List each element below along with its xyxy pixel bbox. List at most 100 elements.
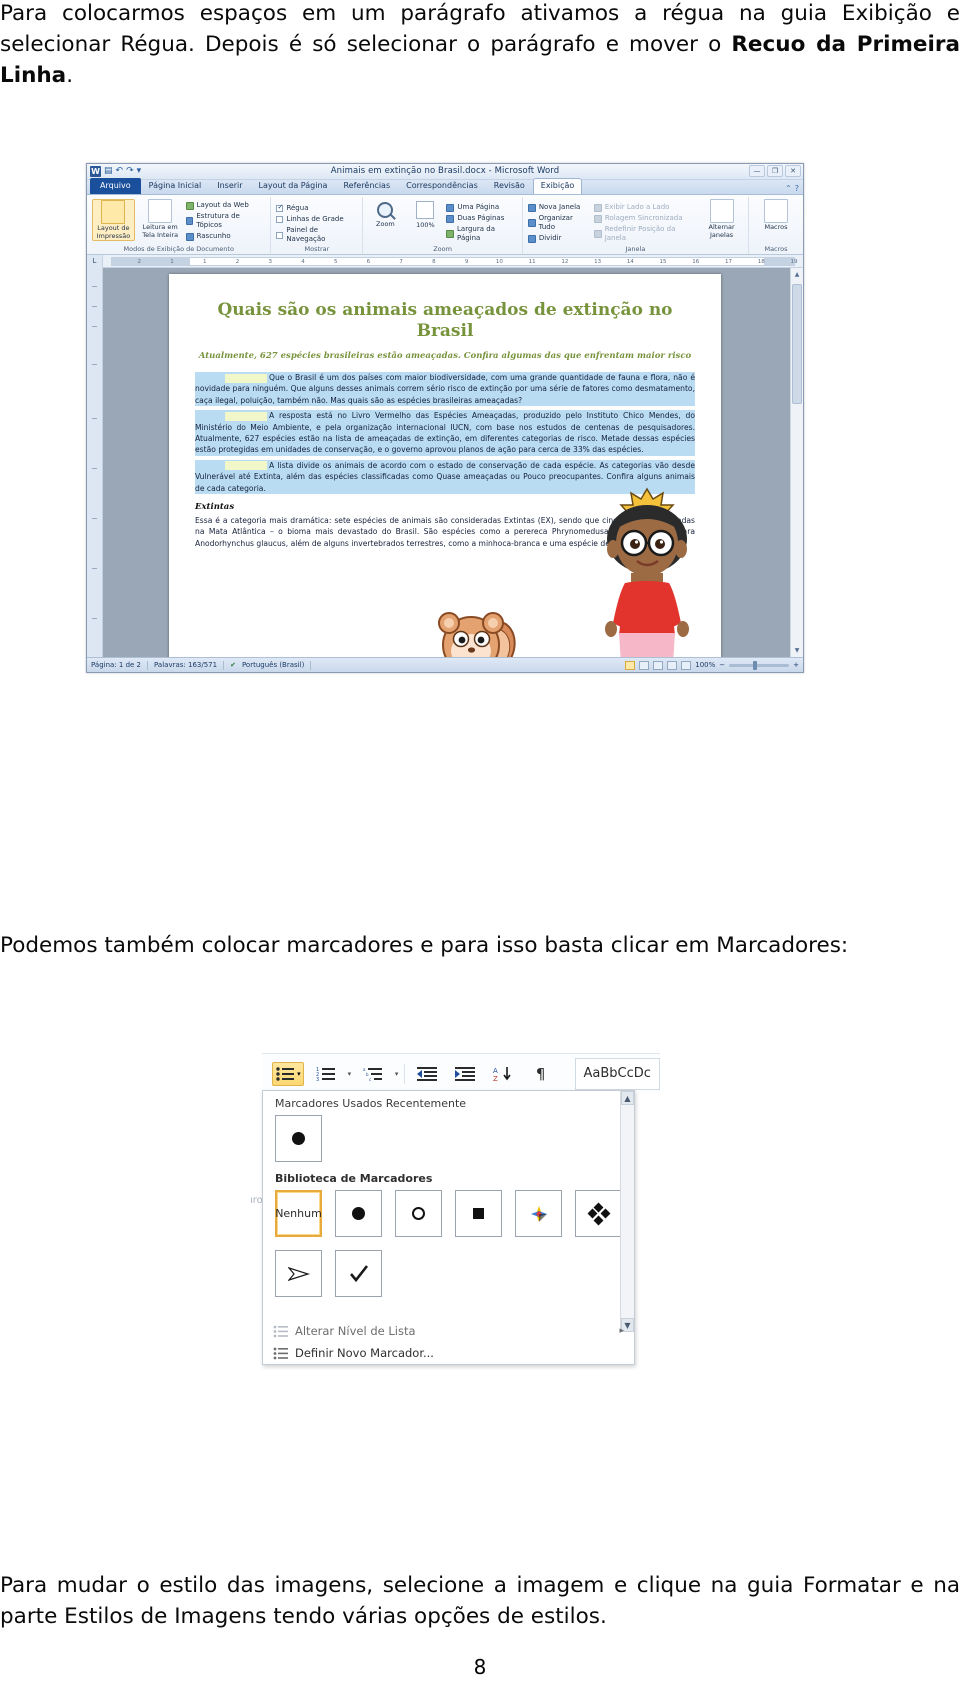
web-layout-view-button[interactable] (653, 660, 664, 670)
word-status-bar[interactable]: Página: 1 de 2 Palavras: 163/571 ✔ Portu… (87, 657, 803, 672)
status-word-count[interactable]: Palavras: 163/571 (154, 661, 217, 669)
spellcheck-icon[interactable]: ✔ (230, 661, 236, 669)
checkbox-regua-box[interactable] (276, 203, 284, 212)
bullet-none-cell[interactable]: Nenhum (275, 1190, 322, 1237)
status-view-controls[interactable]: 100% − + (625, 660, 799, 670)
sort-button[interactable]: A Z (487, 1062, 519, 1086)
vertical-ruler[interactable] (87, 268, 103, 657)
button-rolagem-sincronizada[interactable]: Rolagem Sincronizada (593, 214, 696, 223)
change-list-level-item[interactable]: Alterar Nível de Lista ▸ (263, 1320, 634, 1342)
show-marks-button[interactable]: ¶ (525, 1062, 557, 1086)
close-button[interactable]: ✕ (785, 165, 801, 177)
button-dividir[interactable]: Dividir (527, 234, 590, 243)
print-layout-view-button[interactable] (625, 660, 636, 670)
button-zoom-100[interactable]: 100% (408, 200, 442, 229)
horizontal-ruler[interactable]: L 2 1 1 2 3 4 5 6 7 8 9 10 11 12 13 14 15 16 17 18 19 (87, 254, 803, 268)
minimize-button[interactable]: — (749, 165, 765, 177)
full-screen-view-button[interactable] (639, 660, 650, 670)
button-nova-janela[interactable]: Nova Janela (527, 203, 590, 212)
decrease-indent-button[interactable] (411, 1062, 443, 1086)
bullet-four-diamonds-cell[interactable] (575, 1190, 622, 1237)
scrollbar-thumb[interactable] (792, 284, 802, 404)
button-zoom[interactable]: Zoom (368, 200, 402, 228)
tab-referencias[interactable]: Referências (335, 178, 398, 194)
scroll-up-icon[interactable]: ▲ (621, 1091, 634, 1105)
bullets-gallery-panel[interactable]: Marcadores Usados Recentemente Bibliotec… (262, 1090, 635, 1365)
define-new-bullet-item[interactable]: Definir Novo Marcador... (263, 1342, 634, 1364)
zoom-slider-knob[interactable] (753, 660, 758, 670)
bullet-checkmark-cell[interactable] (335, 1250, 382, 1297)
button-largura-pagina[interactable]: Largura da Página (446, 225, 516, 243)
vertical-scrollbar[interactable]: ▲ ▼ (790, 268, 803, 657)
button-estrutura-topicos[interactable]: Estrutura de Tópicos (185, 212, 266, 230)
bullet-arrow-cell[interactable] (275, 1250, 322, 1297)
button-macros[interactable]: Macros (754, 199, 798, 232)
draft-view-button[interactable] (681, 660, 692, 670)
bullet-filled-square-cell[interactable] (455, 1190, 502, 1237)
document-canvas[interactable]: Quais são os animais ameaçados de extinç… (87, 268, 803, 657)
style-gallery-preview[interactable]: AaBbCcDc (574, 1057, 660, 1090)
bullets-button[interactable]: ▾ (272, 1061, 304, 1086)
button-organizar-tudo[interactable]: Organizar Tudo (527, 214, 590, 232)
button-uma-pagina[interactable]: Uma Página (446, 203, 516, 212)
scroll-down-icon[interactable]: ▼ (791, 644, 803, 657)
tab-correspondencias[interactable]: Correspondências (398, 178, 486, 194)
multilevel-list-button[interactable]: a b c (357, 1062, 389, 1086)
zoom-in-button[interactable]: + (793, 661, 799, 669)
checkbox-regua-label: Régua (286, 204, 309, 212)
tab-pagina-inicial[interactable]: Página Inicial (141, 178, 210, 194)
restore-button[interactable]: ❐ (767, 165, 783, 177)
checkbox-linhas-grade-box[interactable] (276, 216, 284, 223)
paragraph-group-toolbar[interactable]: ▾ 1 2 3 ▾ a b c ▾ A Z ¶ AaBbCcDc (262, 1053, 660, 1093)
tab-layout-pagina[interactable]: Layout da Página (251, 178, 336, 194)
button-leitura-tela-inteira[interactable]: Leitura em Tela Inteira (139, 199, 182, 239)
tab-exibicao[interactable]: Exibição (532, 178, 583, 194)
button-redefinir-posicao[interactable]: Redefinir Posição da Janela (593, 225, 696, 243)
numbering-button[interactable]: 1 2 3 (310, 1062, 342, 1086)
chevron-down-icon[interactable]: ▾ (348, 1070, 352, 1078)
bullet-library-grid[interactable]: Nenhum (263, 1188, 623, 1301)
tab-selector-icon[interactable]: L (87, 254, 103, 268)
checkbox-regua[interactable]: Régua (276, 203, 357, 213)
status-language[interactable]: Português (Brasil) (242, 661, 304, 669)
status-page-count[interactable]: Página: 1 de 2 (91, 661, 141, 669)
bullet-filled-circle-cell[interactable] (335, 1190, 382, 1237)
zoom-slider[interactable] (729, 660, 790, 670)
gallery-scrollbar[interactable]: ▲ ▼ (620, 1091, 634, 1332)
ribbon-help-controls[interactable]: ⌃ ? (785, 184, 799, 193)
bullet-hollow-circle-cell[interactable] (395, 1190, 442, 1237)
recent-bullets-grid[interactable] (263, 1113, 623, 1166)
checkbox-linhas-grade[interactable]: Linhas de Grade (276, 215, 357, 224)
tab-arquivo[interactable]: Arquivo (90, 178, 141, 194)
bullet-filled-circle-recent[interactable] (275, 1115, 322, 1162)
zoom-out-button[interactable]: − (719, 661, 725, 669)
minimize-ribbon-icon[interactable]: ⌃ (785, 184, 792, 193)
tab-revisao[interactable]: Revisão (486, 178, 533, 194)
window-controls[interactable]: — ❐ ✕ (749, 165, 801, 177)
ruler-margin-right (764, 257, 794, 265)
group-label-macros: Macros (764, 245, 788, 253)
checkbox-painel-navegacao[interactable]: Painel de Navegação (276, 226, 357, 244)
ruler-strip[interactable]: 2 1 1 2 3 4 5 6 7 8 9 10 11 12 13 14 15 16 17 18 19 (111, 256, 798, 266)
ruler-mark: 12 (561, 258, 569, 265)
bullet-four-color-diamond-cell[interactable] (515, 1190, 562, 1237)
gallery-menu-commands[interactable]: Alterar Nível de Lista ▸ Definir Novo Ma… (263, 1320, 634, 1364)
status-zoom-level[interactable]: 100% (695, 661, 715, 669)
button-rascunho[interactable]: Rascunho (185, 232, 266, 241)
help-icon[interactable]: ? (795, 184, 799, 193)
button-alternar-janelas[interactable]: Alternar Janelas (700, 199, 743, 239)
chevron-down-icon[interactable]: ▾ (395, 1070, 399, 1078)
button-duas-paginas[interactable]: Duas Páginas (446, 214, 516, 223)
button-exibir-lado-a-lado[interactable]: Exibir Lado a Lado (593, 203, 696, 212)
ribbon-tab-strip[interactable]: Arquivo Página Inicial Inserir Layout da… (87, 178, 803, 195)
button-layout-web[interactable]: Layout da Web (185, 201, 266, 210)
tab-inserir[interactable]: Inserir (209, 178, 250, 194)
outline-view-button[interactable] (667, 660, 678, 670)
button-rascunho-label: Rascunho (196, 232, 231, 240)
scroll-up-icon[interactable]: ▲ (791, 268, 803, 281)
svg-text:A: A (493, 1067, 498, 1075)
checkbox-painel-navegacao-box[interactable] (276, 231, 284, 239)
increase-indent-button[interactable] (449, 1062, 481, 1086)
button-layout-impressao[interactable]: Layout de Impressão (92, 199, 135, 241)
chevron-down-icon[interactable]: ▾ (297, 1070, 301, 1078)
